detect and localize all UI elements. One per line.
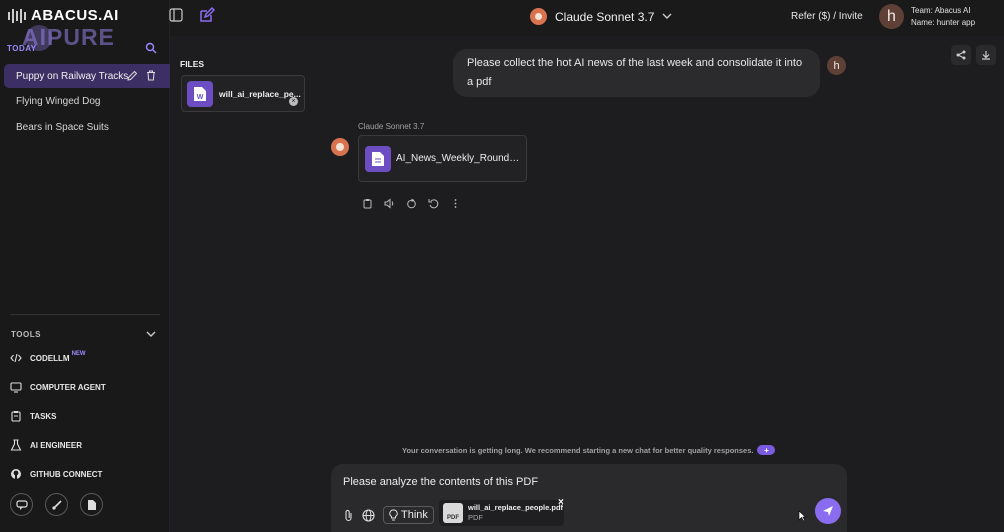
chat-item-puppy-on-railway-tracks[interactable]: Puppy on Railway Tracks [4,64,170,88]
tool-github-connect[interactable]: GITHUB CONNECT [10,468,102,480]
clipboard-icon [11,411,21,422]
tool-label: GITHUB CONNECT [30,469,103,479]
chevron-down-icon [662,13,672,19]
tool-label: AI ENGINEER [30,440,83,450]
chat-item-label: Puppy on Railway Tracks [16,70,129,82]
support-button[interactable] [10,493,33,516]
document-icon [365,145,391,172]
composer-toolbar: Think [343,506,434,524]
assistant-file-card[interactable]: AI_News_Weekly_Roundu... [358,135,527,182]
assistant-label: Claude Sonnet 3.7 [358,122,425,131]
message-composer[interactable]: Please analyze the contents of this PDF … [331,464,847,532]
undo-icon[interactable] [428,198,439,209]
new-chat-plus-button[interactable]: + [757,445,776,455]
files-heading: FILES [180,59,205,69]
tool-codellm[interactable]: CODELLM NEW [10,351,86,364]
section-today-label: TODAY [7,44,37,53]
search-icon[interactable] [145,42,157,54]
regenerate-icon[interactable] [406,198,417,209]
claude-avatar-icon [530,8,547,25]
assistant-file-name: AI_News_Weekly_Roundu... [396,153,520,164]
flask-icon [10,439,22,451]
tool-label: CODELLM [30,353,70,363]
edit-icon[interactable] [127,70,138,81]
refer-invite-link[interactable]: Refer ($) / Invite [791,11,863,22]
monitor-icon [10,382,22,393]
user-message: Please collect the hot AI news of the la… [453,49,820,97]
pdf-file-icon: PDF [443,503,463,523]
more-options-icon[interactable] [450,198,461,209]
user-message-avatar: h [827,56,846,75]
sidebar-bottom-actions [10,493,103,516]
share-icon [956,50,966,60]
tools-heading: TOOLS [11,330,41,339]
remove-attachment-icon[interactable]: × [558,497,564,508]
tool-computer-agent[interactable]: COMPUTER AGENT [10,381,106,393]
notice-text: Your conversation is getting long. We re… [402,445,754,455]
think-label: Think [401,509,428,521]
globe-icon[interactable] [362,508,375,522]
lightbulb-icon [389,509,398,521]
model-name: Claude Sonnet 3.7 [555,9,655,24]
tool-ai-engineer[interactable]: AI ENGINEER [10,439,82,451]
composer-input-text[interactable]: Please analyze the contents of this PDF [343,476,538,488]
tool-tasks[interactable]: TASKS [10,410,57,422]
team-name: Team: Abacus AI [911,6,971,15]
attachment-name: will_ai_replace_people.pdf [468,503,564,512]
tools-shortcut-button[interactable] [45,493,68,516]
send-icon [823,506,833,516]
claude-avatar-icon [331,138,349,156]
download-button[interactable] [976,45,996,65]
attachment-type: PDF [468,513,483,522]
speaker-icon[interactable] [384,198,395,209]
tool-label: COMPUTER AGENT [30,382,106,392]
remove-file-icon[interactable]: × [289,97,298,106]
svg-text:W: W [197,94,204,101]
think-button[interactable]: Think [383,506,434,524]
long-conversation-notice: Your conversation is getting long. We re… [402,445,776,455]
chat-item-flying-winged-dog[interactable]: Flying Winged Dog [4,89,170,113]
sidebar-toggle-icon[interactable] [169,8,183,22]
brush-icon [51,499,62,510]
brand-logo[interactable]: ABACUS.AI [8,7,119,24]
trash-icon[interactable] [146,70,156,81]
abacus-logo-icon [8,8,26,23]
user-name: Name: hunter app [911,18,976,27]
chat-item-label: Bears in Space Suits [16,121,109,133]
tool-label: TASKS [30,411,57,421]
word-document-icon: W [187,80,213,107]
github-icon [11,469,21,479]
file-card[interactable]: W will_ai_replace_pe... × [181,75,305,112]
send-button[interactable] [815,498,841,524]
share-button[interactable] [951,45,971,65]
documents-button[interactable] [80,493,103,516]
new-badge: NEW [71,351,86,357]
download-icon [982,51,990,60]
chevron-down-icon[interactable] [146,330,156,338]
copy-icon[interactable] [362,198,373,209]
mouse-cursor-icon [798,510,806,522]
model-selector[interactable]: Claude Sonnet 3.7 [530,8,672,25]
brand-name: ABACUS.AI [31,7,119,24]
message-actions [362,198,461,209]
code-icon [10,353,22,363]
tools-divider [10,314,160,315]
attachment-info: will_ai_replace_people.pdf PDF [468,503,563,523]
sidebar: ABACUS.AI AIPURE TODAY Puppy on Railway … [0,0,170,532]
new-chat-icon[interactable] [199,7,215,23]
chat-support-icon [15,499,28,510]
document-icon [87,499,96,510]
chat-item-label: Flying Winged Dog [16,95,101,107]
attach-icon[interactable] [343,509,354,522]
attachment-chip[interactable]: PDF will_ai_replace_people.pdf PDF [439,500,564,526]
team-info: Team: Abacus AI Name: hunter app [911,5,975,29]
chat-item-bears-in-space-suits[interactable]: Bears in Space Suits [4,115,170,139]
user-avatar[interactable]: h [879,4,904,29]
